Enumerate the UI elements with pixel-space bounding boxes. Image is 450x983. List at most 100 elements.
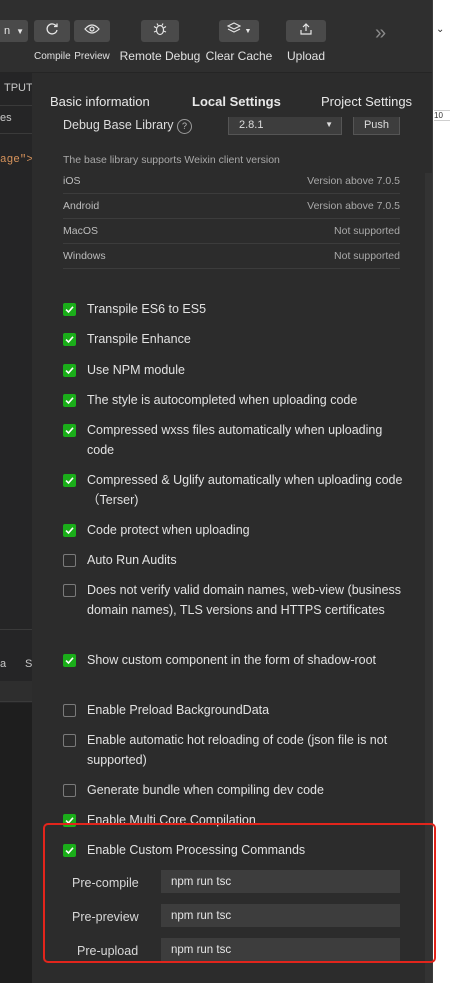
support-row: iOS Version above 7.0.5 <box>63 168 400 194</box>
checkbox-checked-icon[interactable] <box>63 303 76 316</box>
files-label: es <box>0 112 12 124</box>
eye-icon <box>84 22 100 40</box>
platform-status: Not supported <box>334 249 400 262</box>
option-label: Transpile Enhance <box>87 332 191 346</box>
panel-tab-a[interactable]: a <box>0 658 6 670</box>
support-row: MacOS Not supported <box>63 218 400 244</box>
refresh-icon <box>45 22 59 41</box>
platform-name: iOS <box>63 174 81 187</box>
output-tab[interactable]: TPUT <box>4 82 32 94</box>
compile-label: Compile <box>34 51 71 62</box>
option-label: Compressed wxss files automatically when… <box>87 423 383 457</box>
debug-library-row: Debug Base Library ? 2.8.1 ▼ Push <box>63 115 400 136</box>
checkbox-checked-icon[interactable] <box>63 394 76 407</box>
dropdown-caret-icon: ▼ <box>244 27 252 35</box>
chevron-down-icon: ▼ <box>325 120 333 129</box>
option-row[interactable]: Show custom component in the form of sha… <box>63 653 403 670</box>
clear-cache-button[interactable]: ▼ Clear Cache <box>205 20 273 63</box>
option-label: Enable Preload BackgroundData <box>87 703 270 717</box>
option-row[interactable]: The style is autocompleted when uploadin… <box>63 393 403 410</box>
option-row[interactable]: Code protect when uploading <box>63 523 403 540</box>
more-chevron-icon[interactable]: » <box>375 22 386 45</box>
option-row[interactable]: Transpile ES6 to ES5 <box>63 302 403 319</box>
checkbox-checked-icon[interactable] <box>63 524 76 537</box>
settings-tabs: Basic information Local Settings Project… <box>32 73 432 117</box>
support-row: Windows Not supported <box>63 243 400 269</box>
panel-bar <box>0 681 32 701</box>
toolbar: n ▼ Compile Preview Remote Debug ▼ Clear… <box>0 0 432 73</box>
clear-cache-label: Clear Cache <box>205 49 273 63</box>
option-label: The style is autocompleted when uploadin… <box>87 393 358 407</box>
dropdown-caret-icon: ▼ <box>16 26 25 36</box>
option-label: Generate bundle when compiling dev code <box>87 783 324 797</box>
support-row: Android Version above 7.0.5 <box>63 193 400 219</box>
preview-button[interactable]: Preview <box>74 20 110 62</box>
option-row[interactable]: Compressed wxss files automatically when… <box>63 423 403 460</box>
platform-name: MacOS <box>63 224 99 237</box>
remote-debug-button[interactable]: Remote Debug <box>119 20 201 63</box>
platform-status: Version above 7.0.5 <box>307 174 400 187</box>
tab-basic-information[interactable]: Basic information <box>50 94 150 109</box>
tab-local-settings[interactable]: Local Settings <box>192 94 281 109</box>
checkbox-unchecked-icon[interactable] <box>63 584 76 597</box>
checkbox-checked-icon[interactable] <box>63 654 76 667</box>
remote-debug-label: Remote Debug <box>119 49 201 63</box>
divider <box>0 133 32 134</box>
upload-label: Upload <box>286 49 326 63</box>
option-label: Use NPM module <box>87 363 185 377</box>
option-label: Show custom component in the form of sha… <box>87 653 377 667</box>
option-row[interactable]: Auto Run Audits <box>63 553 403 570</box>
library-version-select[interactable]: 2.8.1 ▼ <box>228 115 342 135</box>
platform-name: Windows <box>63 249 106 262</box>
checkbox-checked-icon[interactable] <box>63 333 76 346</box>
option-row[interactable]: Transpile Enhance <box>63 332 403 349</box>
checkbox-unchecked-icon[interactable] <box>63 734 76 747</box>
checkbox-checked-icon[interactable] <box>63 364 76 377</box>
layers-icon <box>226 22 241 40</box>
compile-button[interactable]: Compile <box>34 20 71 62</box>
platform-status: Version above 7.0.5 <box>307 199 400 212</box>
option-label: Compressed & Uglify automatically when u… <box>87 473 403 507</box>
mode-dropdown[interactable]: n ▼ <box>0 20 28 42</box>
checkbox-checked-icon[interactable] <box>63 424 76 437</box>
checkbox-unchecked-icon[interactable] <box>63 554 76 567</box>
panel-tab-s[interactable]: S <box>25 658 32 670</box>
checkbox-checked-icon[interactable] <box>63 474 76 487</box>
code-fragment: age"> <box>0 154 32 166</box>
divider <box>0 629 32 630</box>
option-row[interactable]: Enable Preload BackgroundData <box>63 703 403 720</box>
option-label: Transpile ES6 to ES5 <box>87 302 207 316</box>
chevron-down-icon[interactable]: ⌄ <box>436 24 444 35</box>
option-row[interactable]: Compressed & Uglify automatically when u… <box>63 473 403 510</box>
divider <box>0 105 32 106</box>
checkbox-unchecked-icon[interactable] <box>63 784 76 797</box>
platform-status: Not supported <box>334 224 400 237</box>
checkbox-unchecked-icon[interactable] <box>63 704 76 717</box>
tab-project-settings[interactable]: Project Settings <box>321 94 412 109</box>
platform-name: Android <box>63 199 100 212</box>
option-row[interactable]: Generate bundle when compiling dev code <box>63 783 403 800</box>
library-version-value: 2.8.1 <box>239 119 264 131</box>
upload-icon <box>299 22 313 41</box>
mode-dropdown-text: n <box>3 25 11 37</box>
editor-fragment: TPUT es age"> a S <box>0 73 32 983</box>
push-button[interactable]: Push <box>353 115 400 135</box>
divider <box>0 701 32 702</box>
preview-label: Preview <box>74 51 110 62</box>
option-row[interactable]: Enable automatic hot reloading of code (… <box>63 733 403 770</box>
bug-icon <box>153 22 167 41</box>
option-label: Auto Run Audits <box>87 553 177 567</box>
ruler-number: 10 <box>434 110 450 121</box>
option-label: Does not verify valid domain names, web-… <box>87 583 402 617</box>
upload-button[interactable]: Upload <box>285 20 327 63</box>
help-icon[interactable]: ? <box>177 119 192 134</box>
console-area <box>0 703 32 983</box>
option-label: Code protect when uploading <box>87 523 250 537</box>
option-row[interactable]: Use NPM module <box>63 363 403 380</box>
option-label: Enable automatic hot reloading of code (… <box>87 733 388 767</box>
highlight-box <box>43 823 436 963</box>
option-row[interactable]: Does not verify valid domain names, web-… <box>63 583 403 620</box>
debug-library-label: Debug Base Library <box>63 118 174 132</box>
editor-area <box>0 166 32 626</box>
support-heading: The base library supports Weixin client … <box>63 154 280 166</box>
